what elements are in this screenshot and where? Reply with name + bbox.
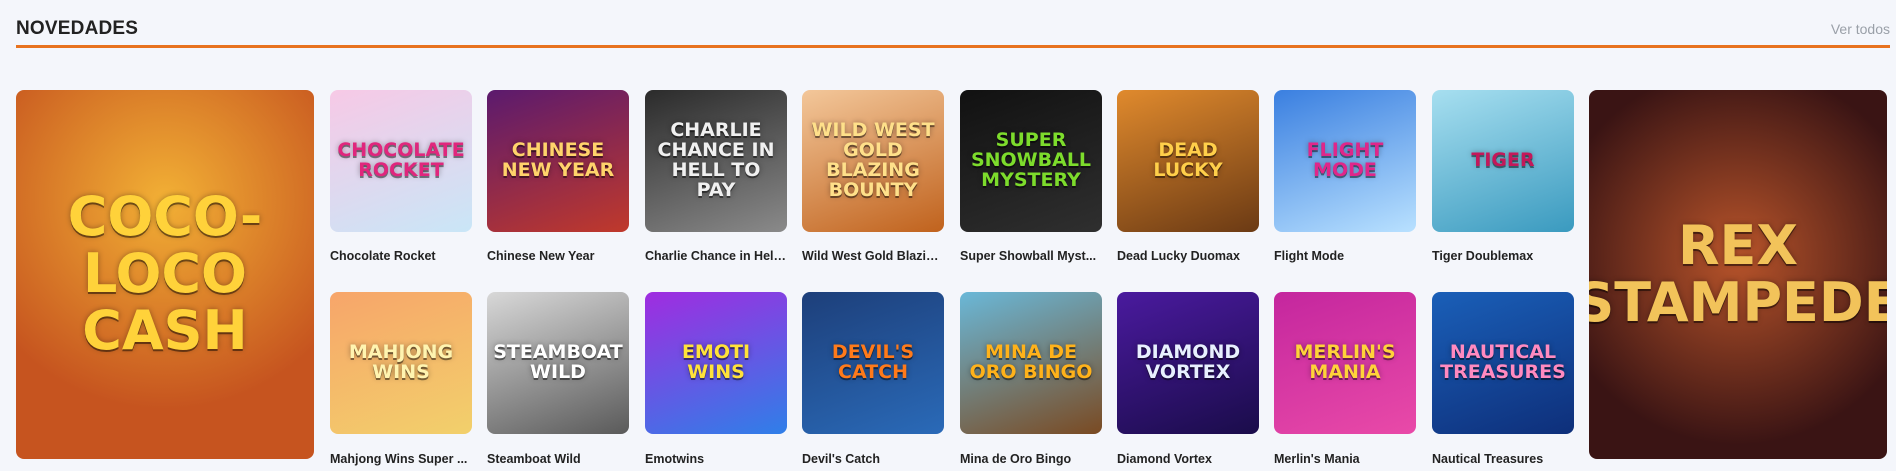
game-thumbnail: SUPER SNOWBALL MYSTERY [960,90,1102,232]
game-logo-text: SUPER SNOWBALL MYSTERY [970,129,1092,191]
game-logo-text: DEAD LUCKY [1153,139,1223,181]
game-tile-steamboat-wild[interactable]: STEAMBOAT WILD [487,292,629,434]
game-tile-merlin-s-mania[interactable]: MERLIN'S MANIA [1274,292,1416,434]
game-logo-text: MINA DE ORO BINGO [969,341,1093,383]
game-thumbnail: DEVIL'S CATCH [802,292,944,434]
section-title: NOVEDADES [16,18,139,39]
game-title[interactable]: Merlin's Mania [1274,452,1416,466]
game-tile-wild-west-gold-blazin[interactable]: WILD WEST GOLD BLAZING BOUNTY [802,90,944,232]
game-tile-chocolate-rocket[interactable]: CHOCOLATE ROCKET [330,90,472,232]
game-tile-dead-lucky-duomax[interactable]: DEAD LUCKY [1117,90,1259,232]
game-title[interactable]: Super Showball Myst... [960,249,1102,263]
featured-game-rex-stampede[interactable]: REX STAMPEDE [1589,90,1887,459]
game-tile-charlie-chance-in-hell[interactable]: CHARLIE CHANCE IN HELL TO PAY [645,90,787,232]
game-thumbnail: MAHJONG WINS [330,292,472,434]
game-title[interactable]: Steamboat Wild [487,452,629,466]
game-tile-chinese-new-year[interactable]: CHINESE NEW YEAR [487,90,629,232]
game-logo-text: DIAMOND VORTEX [1135,341,1241,383]
game-title[interactable]: Devil's Catch [802,452,944,466]
game-title[interactable]: Dead Lucky Duomax [1117,249,1259,263]
game-title[interactable]: Mina de Oro Bingo [960,452,1102,466]
game-thumbnail: DEAD LUCKY [1117,90,1259,232]
game-tile-mina-de-oro-bingo[interactable]: MINA DE ORO BINGO [960,292,1102,434]
game-logo-text: EMOTI WINS [681,341,751,383]
section-header: NOVEDADES Ver todos [16,0,1890,48]
game-logo-text: WILD WEST GOLD BLAZING BOUNTY [811,119,935,201]
game-tile-super-showball-myst[interactable]: SUPER SNOWBALL MYSTERY [960,90,1102,232]
game-logo-text: FLIGHT MODE [1306,139,1384,181]
game-logo-text: NAUTICAL TREASURES [1440,341,1566,383]
game-thumbnail: TIGER [1432,90,1574,232]
game-thumbnail: FLIGHT MODE [1274,90,1416,232]
game-tile-flight-mode[interactable]: FLIGHT MODE [1274,90,1416,232]
game-tile-tiger-doublemax[interactable]: TIGER [1432,90,1574,232]
game-tile-emotwins[interactable]: EMOTI WINS [645,292,787,434]
view-all-link[interactable]: Ver todos [1831,21,1890,37]
game-logo-text: TIGER [1471,149,1535,172]
featured-game-coco-loco-cash[interactable]: COCO-LOCO CASH [16,90,314,459]
game-thumbnail: CHARLIE CHANCE IN HELL TO PAY [645,90,787,232]
game-title[interactable]: Flight Mode [1274,249,1416,263]
game-thumbnail: REX STAMPEDE [1589,90,1887,459]
game-title[interactable]: Chinese New Year [487,249,629,263]
game-title[interactable]: Emotwins [645,452,787,466]
game-thumbnail: MERLIN'S MANIA [1274,292,1416,434]
game-tile-nautical-treasures[interactable]: NAUTICAL TREASURES [1432,292,1574,434]
game-thumbnail: CHINESE NEW YEAR [487,90,629,232]
game-thumbnail: WILD WEST GOLD BLAZING BOUNTY [802,90,944,232]
game-tile-diamond-vortex[interactable]: DIAMOND VORTEX [1117,292,1259,434]
game-thumbnail: STEAMBOAT WILD [487,292,629,434]
game-thumbnail: CHOCOLATE ROCKET [330,90,472,232]
game-logo-text: DEVIL'S CATCH [831,341,915,383]
game-logo-text: CHOCOLATE ROCKET [337,139,465,181]
game-logo-text: MAHJONG WINS [348,341,454,383]
game-title[interactable]: Nautical Treasures [1432,452,1574,466]
game-logo-text: COCO-LOCO CASH [67,185,263,362]
game-logo-text: CHINESE NEW YEAR [501,139,615,181]
game-logo-text: REX STAMPEDE [1589,213,1887,334]
game-tile-mahjong-wins-super[interactable]: MAHJONG WINS [330,292,472,434]
game-thumbnail: MINA DE ORO BINGO [960,292,1102,434]
game-thumbnail: DIAMOND VORTEX [1117,292,1259,434]
game-thumbnail: COCO-LOCO CASH [16,90,314,459]
game-logo-text: MERLIN'S MANIA [1294,341,1396,383]
game-title[interactable]: Diamond Vortex [1117,452,1259,466]
game-title[interactable]: Charlie Chance in Hell... [645,249,787,263]
game-title[interactable]: Mahjong Wins Super ... [330,452,472,466]
game-title[interactable]: Wild West Gold Blazin... [802,249,944,263]
game-logo-text: STEAMBOAT WILD [493,341,623,383]
game-thumbnail: EMOTI WINS [645,292,787,434]
game-tile-devil-s-catch[interactable]: DEVIL'S CATCH [802,292,944,434]
game-title[interactable]: Tiger Doublemax [1432,249,1574,263]
game-title[interactable]: Chocolate Rocket [330,249,472,263]
game-logo-text: CHARLIE CHANCE IN HELL TO PAY [657,119,775,201]
game-thumbnail: NAUTICAL TREASURES [1432,292,1574,434]
